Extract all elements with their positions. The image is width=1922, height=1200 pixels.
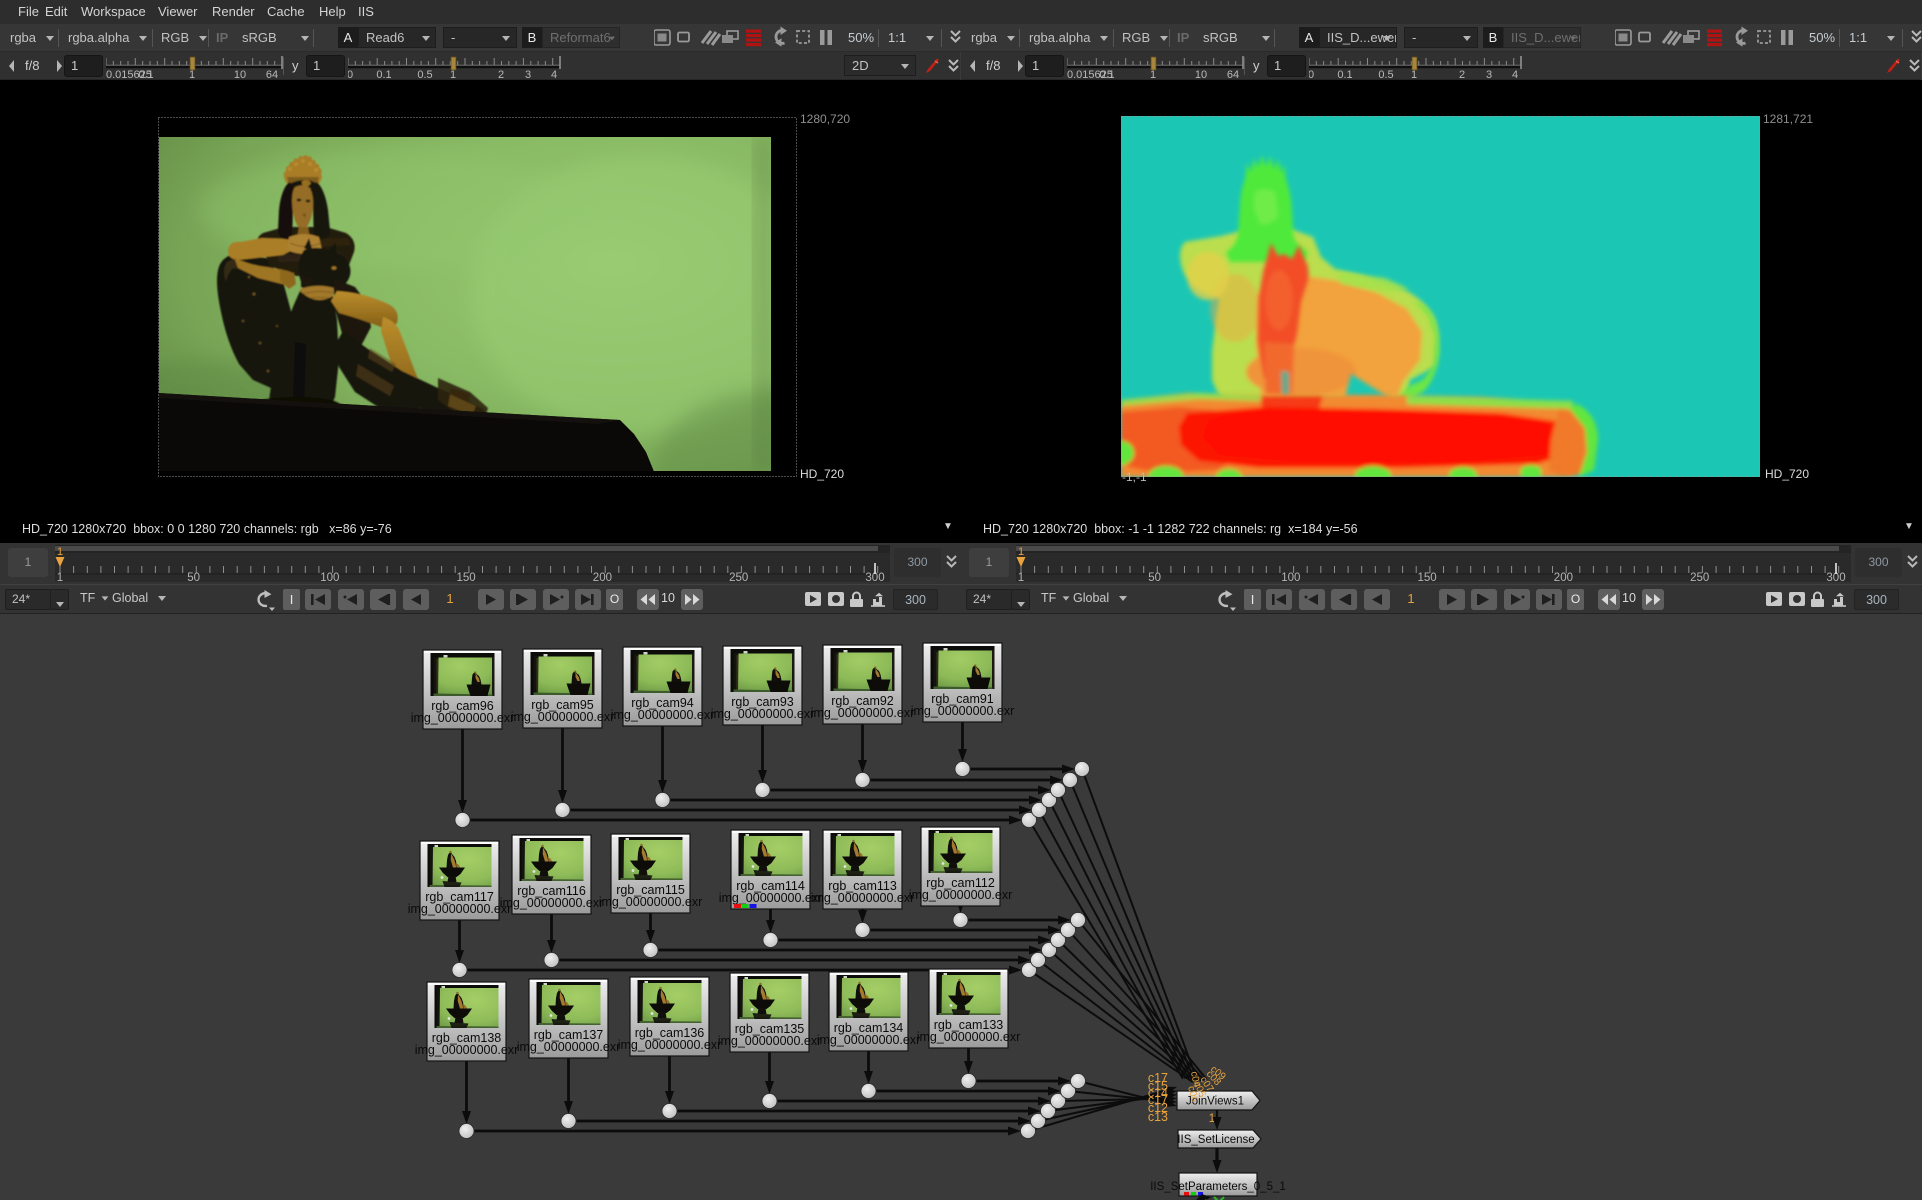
- svg-text:100: 100: [1281, 572, 1300, 582]
- svg-text:1: 1: [189, 69, 195, 80]
- svg-text:0.1: 0.1: [138, 69, 153, 80]
- svg-text:img_00000000.exr: img_00000000.exr: [618, 1038, 722, 1052]
- svg-text:150: 150: [1418, 572, 1437, 582]
- svg-text:1: 1: [1018, 546, 1024, 558]
- svg-text:1: 1: [57, 572, 63, 582]
- svg-text:3: 3: [1486, 69, 1492, 80]
- svg-text:3: 3: [525, 69, 531, 80]
- svg-text:img_00000000.exr: img_00000000.exr: [911, 704, 1015, 718]
- svg-text:IIS_SetParameters_0_5_1: IIS_SetParameters_0_5_1: [1150, 1181, 1286, 1193]
- svg-text:0: 0: [348, 69, 353, 80]
- svg-text:0.5: 0.5: [417, 69, 432, 80]
- svg-text:64: 64: [1227, 69, 1239, 80]
- svg-text:1: 1: [1018, 572, 1024, 582]
- svg-text:50: 50: [187, 572, 200, 582]
- svg-text:100: 100: [320, 572, 339, 582]
- svg-text:HD_720: HD_720: [1765, 467, 1809, 481]
- svg-text:img_00000000.exr: img_00000000.exr: [511, 710, 615, 724]
- svg-text:img_00000000.exr: img_00000000.exr: [500, 896, 604, 910]
- svg-text:250: 250: [1690, 572, 1709, 582]
- svg-text:img_00000000.exr: img_00000000.exr: [817, 1033, 921, 1047]
- svg-text:4: 4: [551, 69, 557, 80]
- svg-text:img_00000000.exr: img_00000000.exr: [408, 902, 512, 916]
- svg-text:img_00000000.exr: img_00000000.exr: [711, 707, 815, 721]
- svg-text:IIS_SetLicense: IIS_SetLicense: [1177, 1134, 1254, 1146]
- svg-text:img_00000000.exr: img_00000000.exr: [611, 708, 715, 722]
- svg-text:img_00000000.exr: img_00000000.exr: [909, 888, 1013, 902]
- svg-text:150: 150: [457, 572, 476, 582]
- svg-text:img_00000000.exr: img_00000000.exr: [599, 895, 703, 909]
- svg-text:10: 10: [234, 69, 246, 80]
- svg-text:1: 1: [1411, 69, 1417, 80]
- svg-text:0.1: 0.1: [1099, 69, 1114, 80]
- svg-text:4: 4: [1512, 69, 1518, 80]
- svg-text:2: 2: [1459, 69, 1465, 80]
- svg-text:img_00000000.exr: img_00000000.exr: [719, 891, 823, 905]
- svg-text:0.1: 0.1: [376, 69, 391, 80]
- svg-text:64: 64: [266, 69, 278, 80]
- svg-text:250: 250: [729, 572, 748, 582]
- svg-text:0.5: 0.5: [1378, 69, 1393, 80]
- svg-text:50: 50: [1148, 572, 1161, 582]
- svg-text:img_00000000.exr: img_00000000.exr: [517, 1040, 621, 1054]
- svg-text:0: 0: [1309, 69, 1314, 80]
- svg-text:1281,721: 1281,721: [1763, 112, 1813, 126]
- svg-text:img_00000000.exr: img_00000000.exr: [917, 1030, 1021, 1044]
- svg-text:-1,-1: -1,-1: [1122, 470, 1147, 484]
- svg-text:0.1: 0.1: [1337, 69, 1352, 80]
- svg-text:img_00000000.exr: img_00000000.exr: [718, 1034, 822, 1048]
- svg-text:200: 200: [593, 572, 612, 582]
- svg-text:2: 2: [498, 69, 504, 80]
- svg-text:200: 200: [1554, 572, 1573, 582]
- svg-text:1280,720: 1280,720: [800, 112, 850, 126]
- svg-text:c13: c13: [1148, 1110, 1168, 1124]
- svg-text:10: 10: [1195, 69, 1207, 80]
- svg-text:img_00000000.exr: img_00000000.exr: [811, 891, 915, 905]
- svg-text:img_00000000.exr: img_00000000.exr: [811, 706, 915, 720]
- svg-text:img_00000000.exr: img_00000000.exr: [415, 1043, 519, 1057]
- svg-text:1: 1: [450, 69, 456, 80]
- svg-text:1: 1: [57, 546, 63, 558]
- svg-text:img_00000000.exr: img_00000000.exr: [411, 711, 515, 725]
- svg-text:HD_720: HD_720: [800, 467, 844, 481]
- svg-text:1: 1: [1150, 69, 1156, 80]
